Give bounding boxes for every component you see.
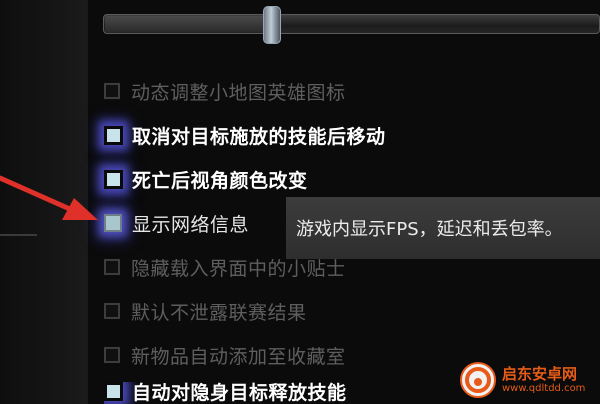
checkbox[interactable] (104, 259, 120, 275)
option-cancel-move-after-cast[interactable]: 取消对目标施放的技能后移动 (104, 122, 386, 148)
option-dynamic-minimap-icons[interactable]: 动态调整小地图英雄图标 (104, 78, 346, 104)
option-hide-league-results[interactable]: 默认不泄露联赛结果 (104, 298, 307, 324)
option-partial[interactable]: 自动对隐身目标释放技能 (104, 382, 347, 404)
slider-fill (105, 16, 266, 32)
option-label: 取消对目标施放的技能后移动 (132, 125, 386, 148)
option-show-network-info[interactable]: 显示网络信息 (104, 210, 249, 236)
slider-track[interactable] (103, 14, 600, 34)
checkbox[interactable] (104, 303, 120, 319)
tooltip-text: 游戏内显示FPS，延迟和丢包率。 (296, 219, 563, 240)
red-arrow-icon (0, 175, 98, 220)
option-label: 新物品自动添加至收藏室 (131, 345, 346, 368)
option-label: 自动对隐身目标释放技能 (132, 382, 347, 404)
checkbox-checked[interactable] (104, 125, 123, 145)
checkbox-checked[interactable] (104, 382, 123, 401)
option-partial-clip: 自动对隐身目标释放技能 (104, 382, 347, 404)
slider-handle[interactable] (263, 6, 282, 44)
option-label: 默认不泄露联赛结果 (131, 301, 307, 324)
option-death-color-change[interactable]: 死亡后视角颜色改变 (104, 166, 308, 192)
option-label: 死亡后视角颜色改变 (132, 169, 308, 192)
watermark-url: www.qdltdd.com (502, 382, 586, 394)
watermark-logo-icon (460, 362, 496, 398)
watermark-title: 启东安卓网 (502, 364, 578, 383)
tooltip: 游戏内显示FPS，延迟和丢包率。 (286, 197, 600, 259)
checkbox[interactable] (104, 347, 120, 363)
checkbox[interactable] (104, 83, 120, 99)
option-label: 动态调整小地图英雄图标 (131, 81, 346, 104)
option-auto-add-collection[interactable]: 新物品自动添加至收藏室 (104, 342, 346, 368)
option-label: 显示网络信息 (132, 213, 250, 236)
watermark: 启东安卓网 www.qdltdd.com (460, 358, 600, 402)
